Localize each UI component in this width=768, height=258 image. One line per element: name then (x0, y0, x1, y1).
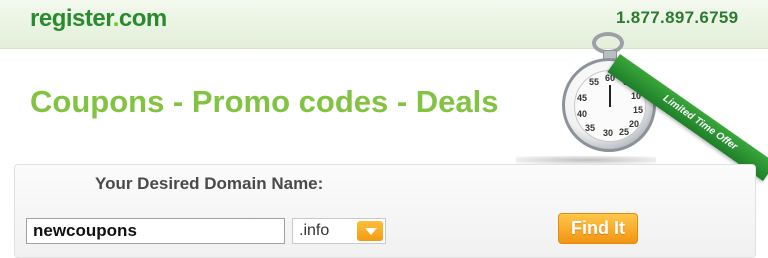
stopwatch-hand (609, 85, 611, 107)
phone-number: 1.877.897.6759 (616, 8, 739, 27)
dial-number: 55 (589, 77, 600, 87)
find-it-button[interactable]: Find It (558, 213, 638, 244)
domain-name-input[interactable] (26, 218, 285, 244)
chevron-down-icon[interactable] (357, 221, 383, 241)
logo-main: register (30, 5, 113, 32)
dial-number: 35 (585, 123, 596, 133)
dial-number: 25 (619, 127, 630, 137)
dial-number: 40 (577, 109, 588, 119)
dial-number: 15 (633, 105, 644, 115)
promo-headline: Coupons - Promo codes - Deals (30, 84, 499, 119)
stopwatch-shadow (516, 156, 656, 164)
tld-dropdown[interactable]: .info (292, 218, 386, 244)
site-logo[interactable]: register.com (30, 5, 167, 33)
dial-number: 30 (603, 128, 614, 138)
logo-tld: com (118, 5, 167, 32)
dial-number: 20 (629, 119, 640, 129)
dial-number: 45 (577, 93, 588, 103)
domain-search-label: Your Desired Domain Name: (95, 174, 324, 193)
tld-selected-value: .info (299, 222, 330, 239)
